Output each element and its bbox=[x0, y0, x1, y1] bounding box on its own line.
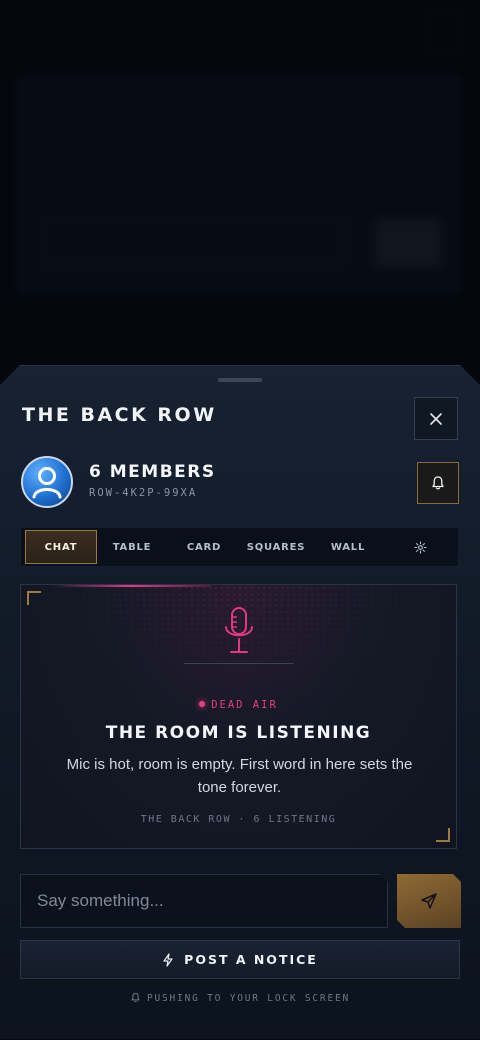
close-button[interactable] bbox=[414, 397, 458, 440]
bg-corner-button bbox=[426, 14, 462, 50]
tab-chat[interactable]: CHAT bbox=[25, 530, 97, 564]
close-icon bbox=[430, 412, 442, 425]
microphone-icon bbox=[225, 607, 253, 653]
accent-line bbox=[51, 585, 211, 587]
bg-card-button bbox=[375, 219, 441, 267]
message-input[interactable] bbox=[20, 874, 388, 928]
push-hint-text: PUSHING TO YOUR LOCK SCREEN bbox=[146, 993, 351, 1004]
notifications-button[interactable] bbox=[417, 462, 459, 504]
empty-footer: THE BACK ROW · 6 LISTENING bbox=[140, 814, 337, 825]
bolt-icon bbox=[163, 952, 173, 967]
room-avatar bbox=[21, 456, 73, 508]
sheet-title: THE BACK ROW bbox=[22, 404, 217, 426]
post-notice-label: POST A NOTICE bbox=[184, 952, 318, 967]
bell-icon bbox=[131, 992, 140, 1002]
room-sheet: THE BACK ROW 6 MEMBERS ROW-4K2P-99XA CHA… bbox=[0, 365, 480, 1039]
bg-card bbox=[18, 78, 460, 292]
tab-table[interactable]: TABLE bbox=[99, 530, 165, 564]
post-notice-button[interactable]: POST A NOTICE bbox=[20, 940, 460, 979]
sheet-grab-handle[interactable] bbox=[218, 378, 262, 382]
tab-wall[interactable]: WALL bbox=[315, 530, 381, 564]
status-text: DEAD AIR bbox=[211, 699, 278, 711]
empty-body: Mic is hot, room is empty. First word in… bbox=[66, 756, 413, 796]
room-tabs: CHAT TABLE CARD SQUARES WALL bbox=[20, 527, 459, 567]
send-button[interactable] bbox=[397, 874, 461, 928]
corner-bracket-top-left bbox=[27, 591, 41, 605]
empty-heading: THE ROOM IS LISTENING bbox=[105, 723, 372, 743]
status-indicator: DEAD AIR bbox=[21, 699, 456, 711]
bg-card-field bbox=[43, 219, 345, 265]
live-dot bbox=[199, 701, 206, 707]
tab-card[interactable]: CARD bbox=[171, 530, 237, 564]
push-hint: PUSHING TO YOUR LOCK SCREEN bbox=[0, 992, 480, 1004]
bell-icon bbox=[432, 476, 444, 490]
tab-settings[interactable] bbox=[387, 530, 453, 564]
send-icon bbox=[421, 893, 437, 909]
room-code: ROW-4K2P-99XA bbox=[89, 487, 198, 499]
corner-bracket-bottom-right bbox=[436, 828, 450, 842]
user-icon bbox=[32, 467, 62, 499]
members-count: 6 MEMBERS bbox=[89, 462, 216, 482]
divider bbox=[184, 663, 294, 664]
empty-chat-state: DEAD AIR THE ROOM IS LISTENING Mic is ho… bbox=[20, 584, 457, 849]
tab-squares[interactable]: SQUARES bbox=[243, 530, 309, 564]
mic-illustration bbox=[219, 605, 259, 665]
gear-icon bbox=[413, 540, 427, 554]
